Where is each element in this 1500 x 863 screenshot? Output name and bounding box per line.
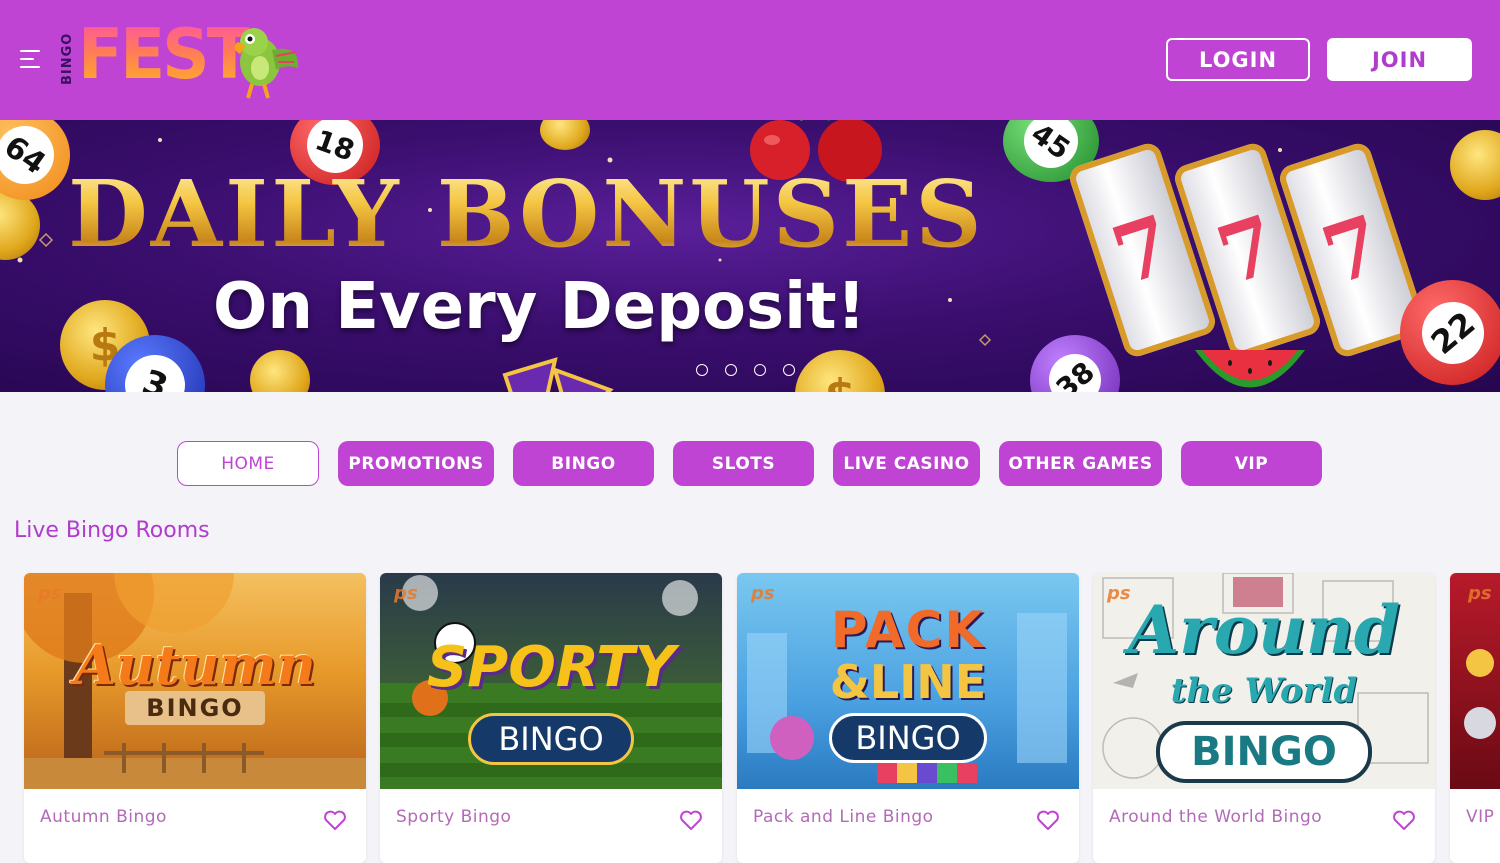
ball-number: 22: [1408, 288, 1497, 377]
nav-home[interactable]: HOME: [177, 441, 319, 486]
bingo-ball: 22: [1400, 280, 1500, 385]
game-thumbnail: ps SPORTY BINGO: [380, 573, 722, 789]
favorite-heart-icon[interactable]: [323, 809, 347, 831]
game-art-title: SPORTY: [426, 635, 676, 700]
nav-promotions[interactable]: PROMOTIONS: [338, 441, 494, 486]
nav-vip[interactable]: VIP: [1181, 441, 1322, 486]
game-card[interactable]: ps SPORTY BINGO Sporty Bingo: [380, 573, 722, 863]
parrot-mascot-icon: [234, 28, 299, 99]
site-logo[interactable]: BINGO FEST: [60, 14, 305, 100]
vip-art: [1464, 649, 1496, 739]
watermelon-icon: [1195, 350, 1305, 388]
game-art-title-2: the World: [1170, 671, 1358, 711]
game-card[interactable]: ps VIP: [1450, 573, 1500, 863]
menu-icon[interactable]: [20, 50, 40, 70]
nav-slots[interactable]: SLOTS: [673, 441, 814, 486]
promo-banner[interactable]: $ $ 64 18 45 3 38 7 7 7 22 DAILY: [0, 120, 1500, 392]
favorite-heart-icon[interactable]: [679, 809, 703, 831]
game-art-subtitle: BINGO: [468, 713, 634, 765]
nav-other-games[interactable]: OTHER GAMES: [999, 441, 1162, 486]
carousel-dot[interactable]: [783, 364, 795, 376]
sevens-ribbon-icon: [502, 357, 614, 392]
game-card[interactable]: ps PACK &LINE BINGO Pack and Line Bingo: [737, 573, 1079, 863]
game-art-title: Around: [1127, 591, 1401, 669]
login-button[interactable]: LOGIN: [1166, 38, 1310, 81]
game-art-subtitle: BINGO: [1156, 721, 1372, 783]
provider-logo: ps: [38, 583, 62, 604]
favorite-heart-icon[interactable]: [1392, 809, 1416, 831]
nav-live-casino[interactable]: LIVE CASINO: [833, 441, 980, 486]
game-art-title: Autumn: [74, 633, 316, 697]
game-art-subtitle: BINGO: [125, 691, 265, 725]
game-art-subtitle: BINGO: [829, 713, 987, 763]
game-name: Sporty Bingo: [396, 807, 512, 827]
ball-number: 64: [0, 120, 66, 196]
carousel-dot[interactable]: [696, 364, 708, 376]
banner-subtitle: On Every Deposit!: [213, 270, 866, 344]
game-name: Around the World Bingo: [1109, 807, 1323, 827]
game-thumbnail: ps PACK &LINE BINGO: [737, 573, 1079, 789]
nav-bingo[interactable]: BINGO: [513, 441, 654, 486]
game-name: VIP: [1466, 807, 1495, 827]
game-thumbnail: ps: [1450, 573, 1500, 789]
game-card[interactable]: ps Autumn BINGO Autumn Bingo: [24, 573, 366, 863]
banner-title: DAILY BONUSES: [68, 160, 985, 268]
game-thumbnail: ps Around the World BINGO: [1093, 573, 1435, 789]
ball-number: 3: [116, 346, 194, 392]
join-button[interactable]: JOIN: [1327, 38, 1472, 81]
game-art-title-2: &LINE: [829, 655, 987, 709]
logo-bingo-text: BINGO: [60, 32, 75, 86]
favorite-heart-icon[interactable]: [1036, 809, 1060, 831]
site-header: BINGO FEST LOGIN JOIN: [0, 0, 1500, 120]
game-name: Autumn Bingo: [40, 807, 167, 827]
game-art-title: PACK: [830, 601, 986, 659]
carousel-dots: [696, 364, 795, 376]
carousel-dot[interactable]: [754, 364, 766, 376]
provider-logo: ps: [394, 583, 418, 604]
game-thumbnail: ps Autumn BINGO: [24, 573, 366, 789]
carousel-dot[interactable]: [725, 364, 737, 376]
section-title: Live Bingo Rooms: [14, 518, 210, 543]
game-card[interactable]: ps Around the World BINGO Around the Wor…: [1093, 573, 1435, 863]
game-name: Pack and Line Bingo: [753, 807, 934, 827]
